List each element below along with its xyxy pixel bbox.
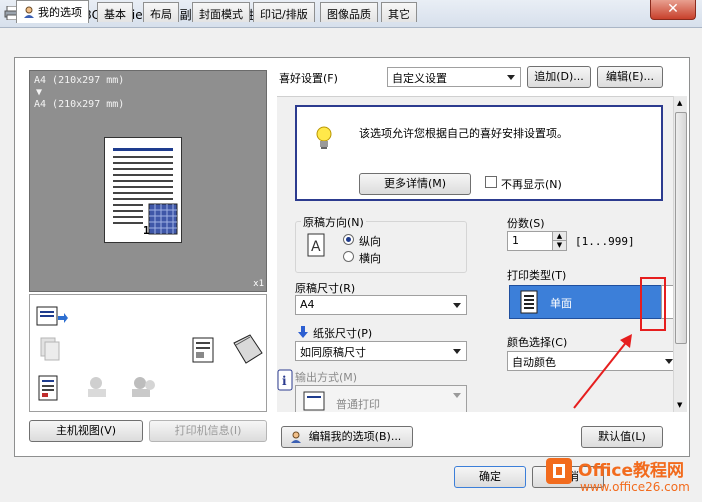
- paper-size-select[interactable]: 如同原稿尺寸: [295, 341, 467, 361]
- tab-label: 其它: [388, 8, 410, 21]
- user-icon: [291, 431, 301, 443]
- printer-info-button[interactable]: 打印机信息(I): [149, 420, 267, 442]
- main-unit-view-button[interactable]: 主机视图(V): [29, 420, 143, 442]
- tab-stamp-composition[interactable]: 印记/排版: [253, 2, 315, 22]
- settings-scrollbar[interactable]: ▲ ▼: [673, 96, 687, 412]
- copies-icon: [40, 337, 60, 361]
- print-type-value: 单面: [550, 297, 572, 310]
- original-size-label: 原稿尺寸(R): [295, 282, 356, 295]
- lightbulb-icon: [316, 126, 332, 149]
- user-icon: [24, 6, 34, 18]
- output-method-label: 输出方式(M): [295, 371, 358, 384]
- scroll-down-icon[interactable]: ▼: [677, 401, 682, 409]
- tab-label: 布局: [150, 8, 172, 21]
- user-group-icon: [132, 377, 155, 397]
- tab-label: 基本: [104, 8, 126, 21]
- edit-favorite-button[interactable]: 编辑(E)...: [597, 66, 663, 88]
- normal-print-icon: [303, 391, 325, 411]
- favorites-select[interactable]: 自定义设置: [387, 67, 521, 87]
- dont-show-label: 不再显示(N): [501, 178, 562, 191]
- info-message: 该选项允许您根据自己的喜好安排设置项。: [359, 127, 568, 140]
- watermark-brand: Office教程网: [578, 461, 685, 481]
- add-favorite-button[interactable]: 追加(D)...: [527, 66, 591, 88]
- ok-button[interactable]: 确定: [454, 466, 526, 488]
- watermark: Office教程网 www.office26.com: [540, 452, 702, 502]
- print-type-label: 打印类型(T): [507, 269, 567, 282]
- spinner-down-icon[interactable]: ▼: [552, 241, 566, 250]
- output-tray-icon: [36, 306, 68, 326]
- color-value: 自动颜色: [512, 356, 556, 369]
- tab-cover-mode[interactable]: 封面模式: [192, 2, 250, 22]
- watermark-url: www.office26.com: [580, 480, 690, 494]
- paper-size-label: 纸张尺寸(P): [313, 327, 373, 340]
- office-logo-icon: [546, 458, 572, 484]
- scrollbar-thumb[interactable]: [675, 112, 687, 344]
- portrait-page-icon: A: [307, 233, 325, 257]
- tab-label: 我的选项: [38, 6, 82, 19]
- page-preview: A4 (210x297 mm) ▼ A4 (210x297 mm) 1 x1: [29, 70, 267, 292]
- preview-page: 1: [104, 137, 182, 243]
- tab-other[interactable]: 其它: [381, 2, 417, 22]
- chevron-down-icon: [507, 75, 515, 80]
- staple-doc-icon: [192, 337, 214, 363]
- dont-show-checkbox[interactable]: [485, 176, 497, 188]
- spinner-up-icon[interactable]: ▲: [552, 232, 566, 241]
- color-select-label: 颜色选择(C): [507, 336, 568, 349]
- defaults-button[interactable]: 默认值(L): [581, 426, 663, 448]
- svg-text:A: A: [311, 239, 321, 255]
- landscape-radio[interactable]: [343, 251, 354, 262]
- tab-layout[interactable]: 布局: [143, 2, 179, 22]
- document-icon: [38, 375, 58, 401]
- tab-image-quality[interactable]: 图像品质: [320, 2, 378, 22]
- edit-my-options-label: 编辑我的选项(B)...: [308, 430, 402, 443]
- simplex-page-icon: [520, 290, 538, 314]
- copies-input[interactable]: 1 ▲ ▼: [507, 231, 567, 251]
- favorites-label: 喜好设置(F): [279, 72, 338, 85]
- chevron-down-icon: [453, 349, 461, 354]
- scroll-up-icon[interactable]: ▲: [677, 99, 682, 107]
- output-method-value: 普通打印: [336, 398, 380, 411]
- tab-label: 封面模式: [199, 8, 243, 21]
- portrait-radio[interactable]: [343, 234, 354, 245]
- more-details-button[interactable]: 更多详情(M): [359, 173, 471, 195]
- tab-basic[interactable]: 基本: [97, 2, 133, 22]
- tab-my-options[interactable]: 我的选项: [16, 0, 89, 23]
- info-message-box: 该选项允许您根据自己的喜好安排设置项。 更多详情(M) 不再显示(N): [295, 105, 663, 201]
- close-button[interactable]: ✕: [650, 0, 696, 20]
- tab-label: 图像品质: [327, 8, 371, 21]
- stamp-icon: [88, 377, 106, 397]
- preview-copies-mark: x1: [253, 279, 264, 289]
- output-method-select[interactable]: 普通打印: [295, 385, 467, 412]
- tab-label: 印记/排版: [260, 8, 308, 21]
- preview-arrow: ▼: [36, 87, 43, 98]
- original-size-value: A4: [300, 298, 315, 311]
- copies-value: 1: [512, 234, 519, 247]
- paper-size-value: 如同原稿尺寸: [300, 346, 366, 359]
- preview-paper-size: A4 (210x297 mm): [34, 99, 125, 110]
- original-size-select[interactable]: A4: [295, 295, 467, 315]
- chevron-down-icon: [665, 359, 673, 364]
- chevron-down-icon: [453, 393, 461, 398]
- printer-properties-window: Generic 28C-2SeriesPCL (副本 10) 属性 ✕ 我的选项…: [0, 0, 702, 502]
- annotation-arrow-icon: [573, 334, 632, 409]
- info-icon: i: [277, 369, 293, 391]
- copies-label: 份数(S): [507, 217, 545, 230]
- preview-page-number: 1: [143, 224, 150, 237]
- portrait-label: 纵向: [359, 235, 381, 248]
- edit-my-options-button[interactable]: 编辑我的选项(B)...: [281, 426, 413, 448]
- status-icons-box: [29, 294, 267, 412]
- favorites-value: 自定义设置: [392, 72, 447, 85]
- preview-original-size: A4 (210x297 mm): [34, 75, 125, 86]
- booklet-icon: [233, 334, 263, 364]
- orientation-label: 原稿方向(N): [301, 214, 366, 230]
- chevron-down-icon: [453, 303, 461, 308]
- svg-text:i: i: [282, 374, 287, 388]
- copies-range: [1...999]: [575, 235, 635, 248]
- landscape-label: 横向: [359, 252, 381, 265]
- down-arrow-icon: [298, 326, 308, 338]
- annotation-highlight-box: [640, 277, 666, 331]
